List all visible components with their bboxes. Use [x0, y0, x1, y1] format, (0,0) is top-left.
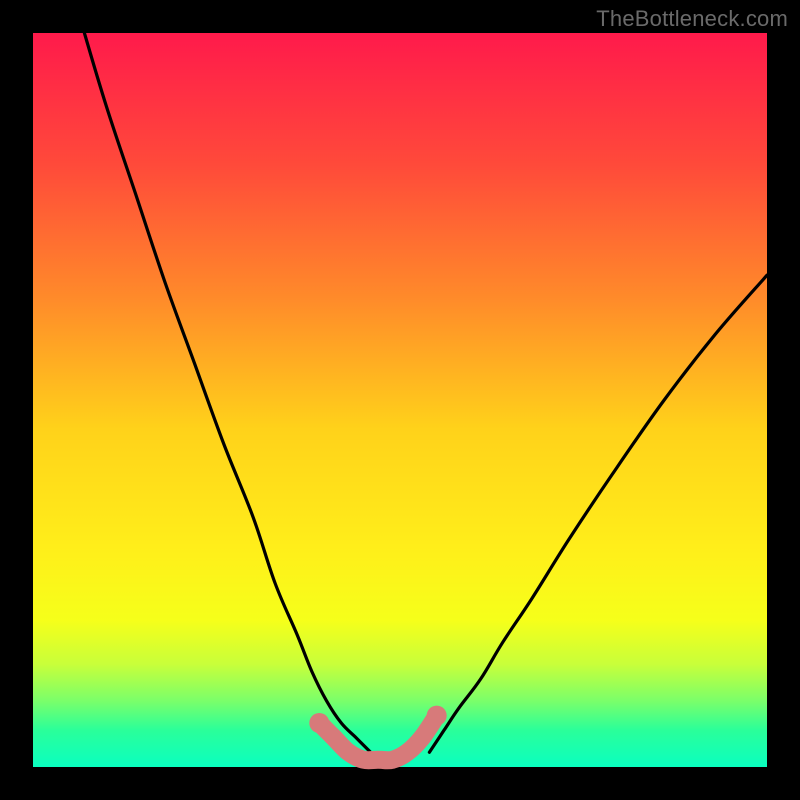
outer-frame: TheBottleneck.com — [0, 0, 800, 800]
plot-area — [33, 33, 767, 767]
valley-accent — [319, 716, 436, 761]
watermark-text: TheBottleneck.com — [596, 6, 788, 32]
accent-dot-right — [427, 706, 447, 726]
accent-dot-bottom — [355, 752, 371, 768]
chart-svg — [33, 33, 767, 767]
accent-dot-left — [309, 713, 329, 733]
curve-right — [429, 275, 767, 752]
curve-left — [84, 33, 370, 752]
